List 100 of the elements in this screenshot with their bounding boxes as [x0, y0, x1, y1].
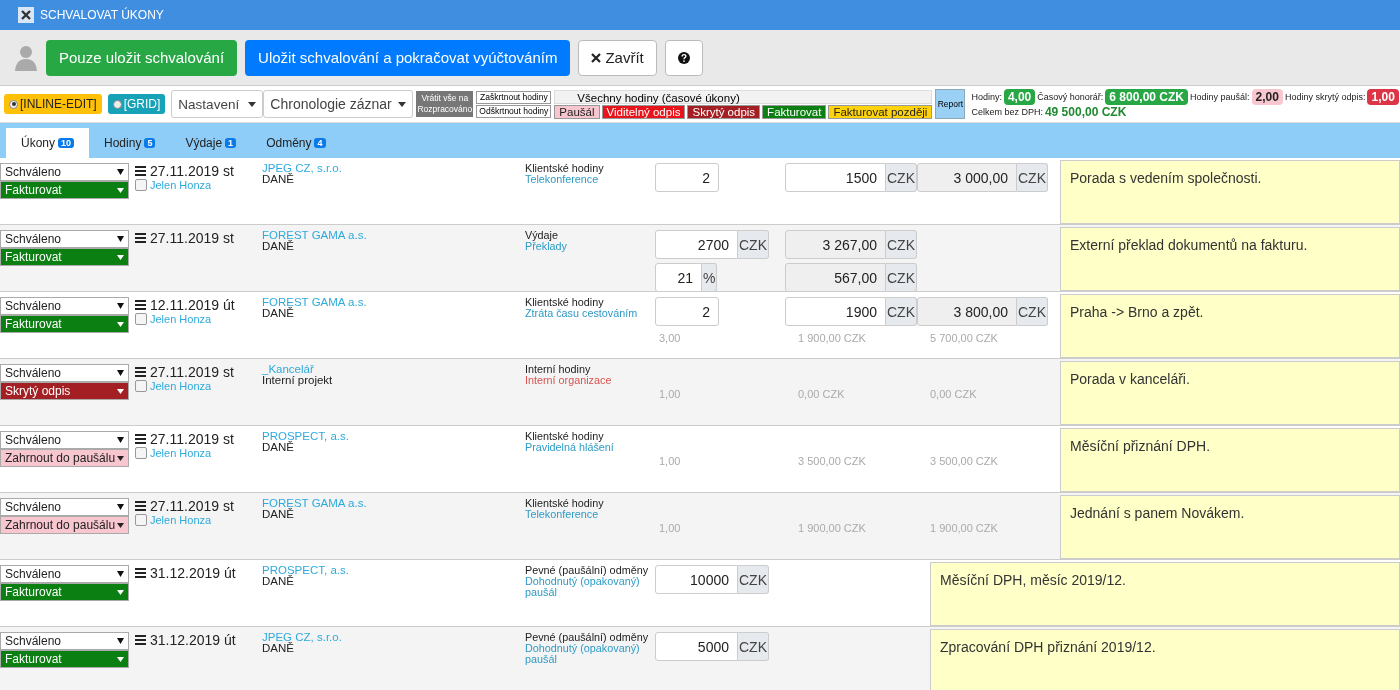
readonly-field: 3 800,00: [917, 297, 1017, 326]
checkbox[interactable]: [135, 514, 147, 526]
note-field[interactable]: Zpracování DPH přiznání 2019/12.: [930, 629, 1400, 690]
input-field[interactable]: 10000: [655, 565, 738, 594]
computed-value: 1 900,00 CZK: [929, 521, 999, 534]
menu-icon[interactable]: [135, 233, 146, 243]
quantity-field[interactable]: 2: [655, 163, 719, 192]
date-text: 27.11.2019 st: [150, 364, 234, 380]
category-button[interactable]: Paušál: [554, 104, 600, 119]
summary-label: Hodiny paušál:: [1190, 92, 1250, 102]
status-select[interactable]: Schváleno: [0, 565, 129, 583]
date-text: 31.12.2019 út: [150, 565, 236, 581]
activity-link[interactable]: Interní organizace: [525, 375, 655, 386]
tab[interactable]: Výdaje 1: [170, 128, 252, 158]
date-text: 27.11.2019 st: [150, 498, 234, 514]
input-field[interactable]: 21: [655, 263, 702, 292]
sort-select[interactable]: Chronologie záznar: [263, 90, 414, 118]
type-text: Pevné (paušální) odměny: [525, 632, 650, 643]
summary-badge: 1,00: [1367, 89, 1399, 105]
menu-icon[interactable]: [135, 300, 146, 310]
type-text: Interní hodiny: [525, 364, 591, 375]
checkbox[interactable]: [135, 380, 147, 392]
unit-addon: CZK: [886, 297, 917, 326]
close-icon[interactable]: [18, 7, 34, 23]
date-text: 27.11.2019 st: [150, 431, 234, 447]
billing-select[interactable]: Fakturovat: [0, 181, 129, 199]
caret-icon: [117, 638, 124, 644]
tab[interactable]: Odměny 4: [251, 128, 341, 158]
quantity-field[interactable]: 2: [655, 297, 719, 326]
tab[interactable]: Hodiny 5: [89, 128, 171, 158]
caret-icon: [117, 236, 124, 242]
note-field[interactable]: Porada s vedením společnosti.: [1060, 160, 1400, 224]
count-badge: 10: [58, 138, 75, 148]
input-field[interactable]: 1500: [785, 163, 886, 192]
note-field[interactable]: Měsíční přiznání DPH.: [1060, 428, 1400, 492]
user-icon: [14, 44, 38, 71]
menu-icon[interactable]: [135, 166, 146, 176]
unit-addon: CZK: [738, 230, 769, 259]
status-select[interactable]: Schváleno: [0, 297, 129, 315]
close-button[interactable]: Zavřít: [578, 39, 657, 76]
input-field[interactable]: 5000: [655, 632, 738, 661]
checkbox[interactable]: [135, 313, 147, 325]
status-select[interactable]: Schváleno: [0, 498, 129, 516]
mode-radio[interactable]: [INLINE-EDIT]: [4, 94, 102, 114]
date-text: 12.11.2019 út: [150, 297, 235, 313]
caret-icon: [117, 504, 124, 510]
note-field[interactable]: Jednání s panem Novákem.: [1060, 495, 1400, 559]
note-field[interactable]: Měsíční DPH, měsíc 2019/12.: [930, 562, 1400, 626]
save-continue-button[interactable]: Uložit schvalování a pokračovat vyúčtováním: [245, 39, 571, 76]
reset-button[interactable]: Vrátit vše na Rozpracováno: [416, 91, 474, 117]
caret-icon: [117, 169, 124, 175]
total-value: 49 500,00 CZK: [1044, 105, 1127, 119]
caret-icon: [117, 254, 124, 260]
category-button[interactable]: Viditelný odpis: [601, 104, 686, 119]
status-select[interactable]: Schváleno: [0, 431, 129, 449]
close-icon: [591, 52, 602, 63]
billing-select[interactable]: Skrytý odpis: [0, 382, 129, 400]
menu-icon[interactable]: [135, 434, 146, 444]
caret-icon: [117, 589, 124, 595]
billing-select[interactable]: Zahrnout do paušálu: [0, 516, 129, 534]
note-field[interactable]: Porada v kanceláři.: [1060, 361, 1400, 425]
help-button[interactable]: [664, 39, 703, 76]
input-field[interactable]: 1900: [785, 297, 886, 326]
menu-icon[interactable]: [135, 501, 146, 511]
checkbox[interactable]: [135, 179, 147, 191]
caret-icon: [117, 321, 124, 327]
status-select[interactable]: Schváleno: [0, 230, 129, 248]
billing-select[interactable]: Fakturovat: [0, 248, 129, 266]
type-text: Klientské hodiny: [525, 431, 604, 442]
billing-select[interactable]: Zahrnout do paušálu: [0, 449, 129, 467]
status-select[interactable]: Schváleno: [0, 632, 129, 650]
checkbox[interactable]: [135, 447, 147, 459]
date-text: 31.12.2019 út: [150, 632, 236, 648]
settings-dropdown[interactable]: Nastavení: [171, 90, 264, 118]
billing-select[interactable]: Fakturovat: [0, 650, 129, 668]
type-text: Klientské hodiny: [525, 498, 605, 509]
all-hours-button[interactable]: Všechny hodiny (časové úkony): [554, 89, 933, 104]
project-text: DANĚ: [262, 442, 294, 453]
summary-label: Hodiny:: [971, 92, 1002, 102]
unit-addon: CZK: [1017, 163, 1048, 192]
caret-icon: [117, 522, 124, 528]
note-field[interactable]: Externí překlad dokumentů na fakturu.: [1060, 227, 1400, 291]
billing-select[interactable]: Fakturovat: [0, 583, 129, 601]
status-select[interactable]: Schváleno: [0, 364, 129, 382]
computed-value: 0,00 CZK: [929, 387, 978, 400]
billing-select[interactable]: Fakturovat: [0, 315, 129, 333]
tab[interactable]: Úkony 10: [6, 128, 90, 158]
category-button[interactable]: Fakturovat později: [828, 104, 933, 119]
menu-icon[interactable]: [135, 568, 146, 578]
report-button[interactable]: Report: [935, 89, 966, 119]
check-button[interactable]: Odškrtnout hodiny: [476, 104, 552, 118]
menu-icon[interactable]: [135, 367, 146, 377]
input-field[interactable]: 2700: [655, 230, 738, 259]
check-button[interactable]: Zaškrtnout hodiny: [476, 90, 552, 104]
status-select[interactable]: Schváleno: [0, 163, 129, 181]
computed-value: 1 900,00 CZK: [797, 521, 867, 534]
note-field[interactable]: Praha -> Brno a zpět.: [1060, 294, 1400, 358]
category-button[interactable]: Skrytý odpis: [687, 104, 761, 119]
category-button[interactable]: Fakturovat: [762, 104, 827, 119]
menu-icon[interactable]: [135, 635, 146, 645]
